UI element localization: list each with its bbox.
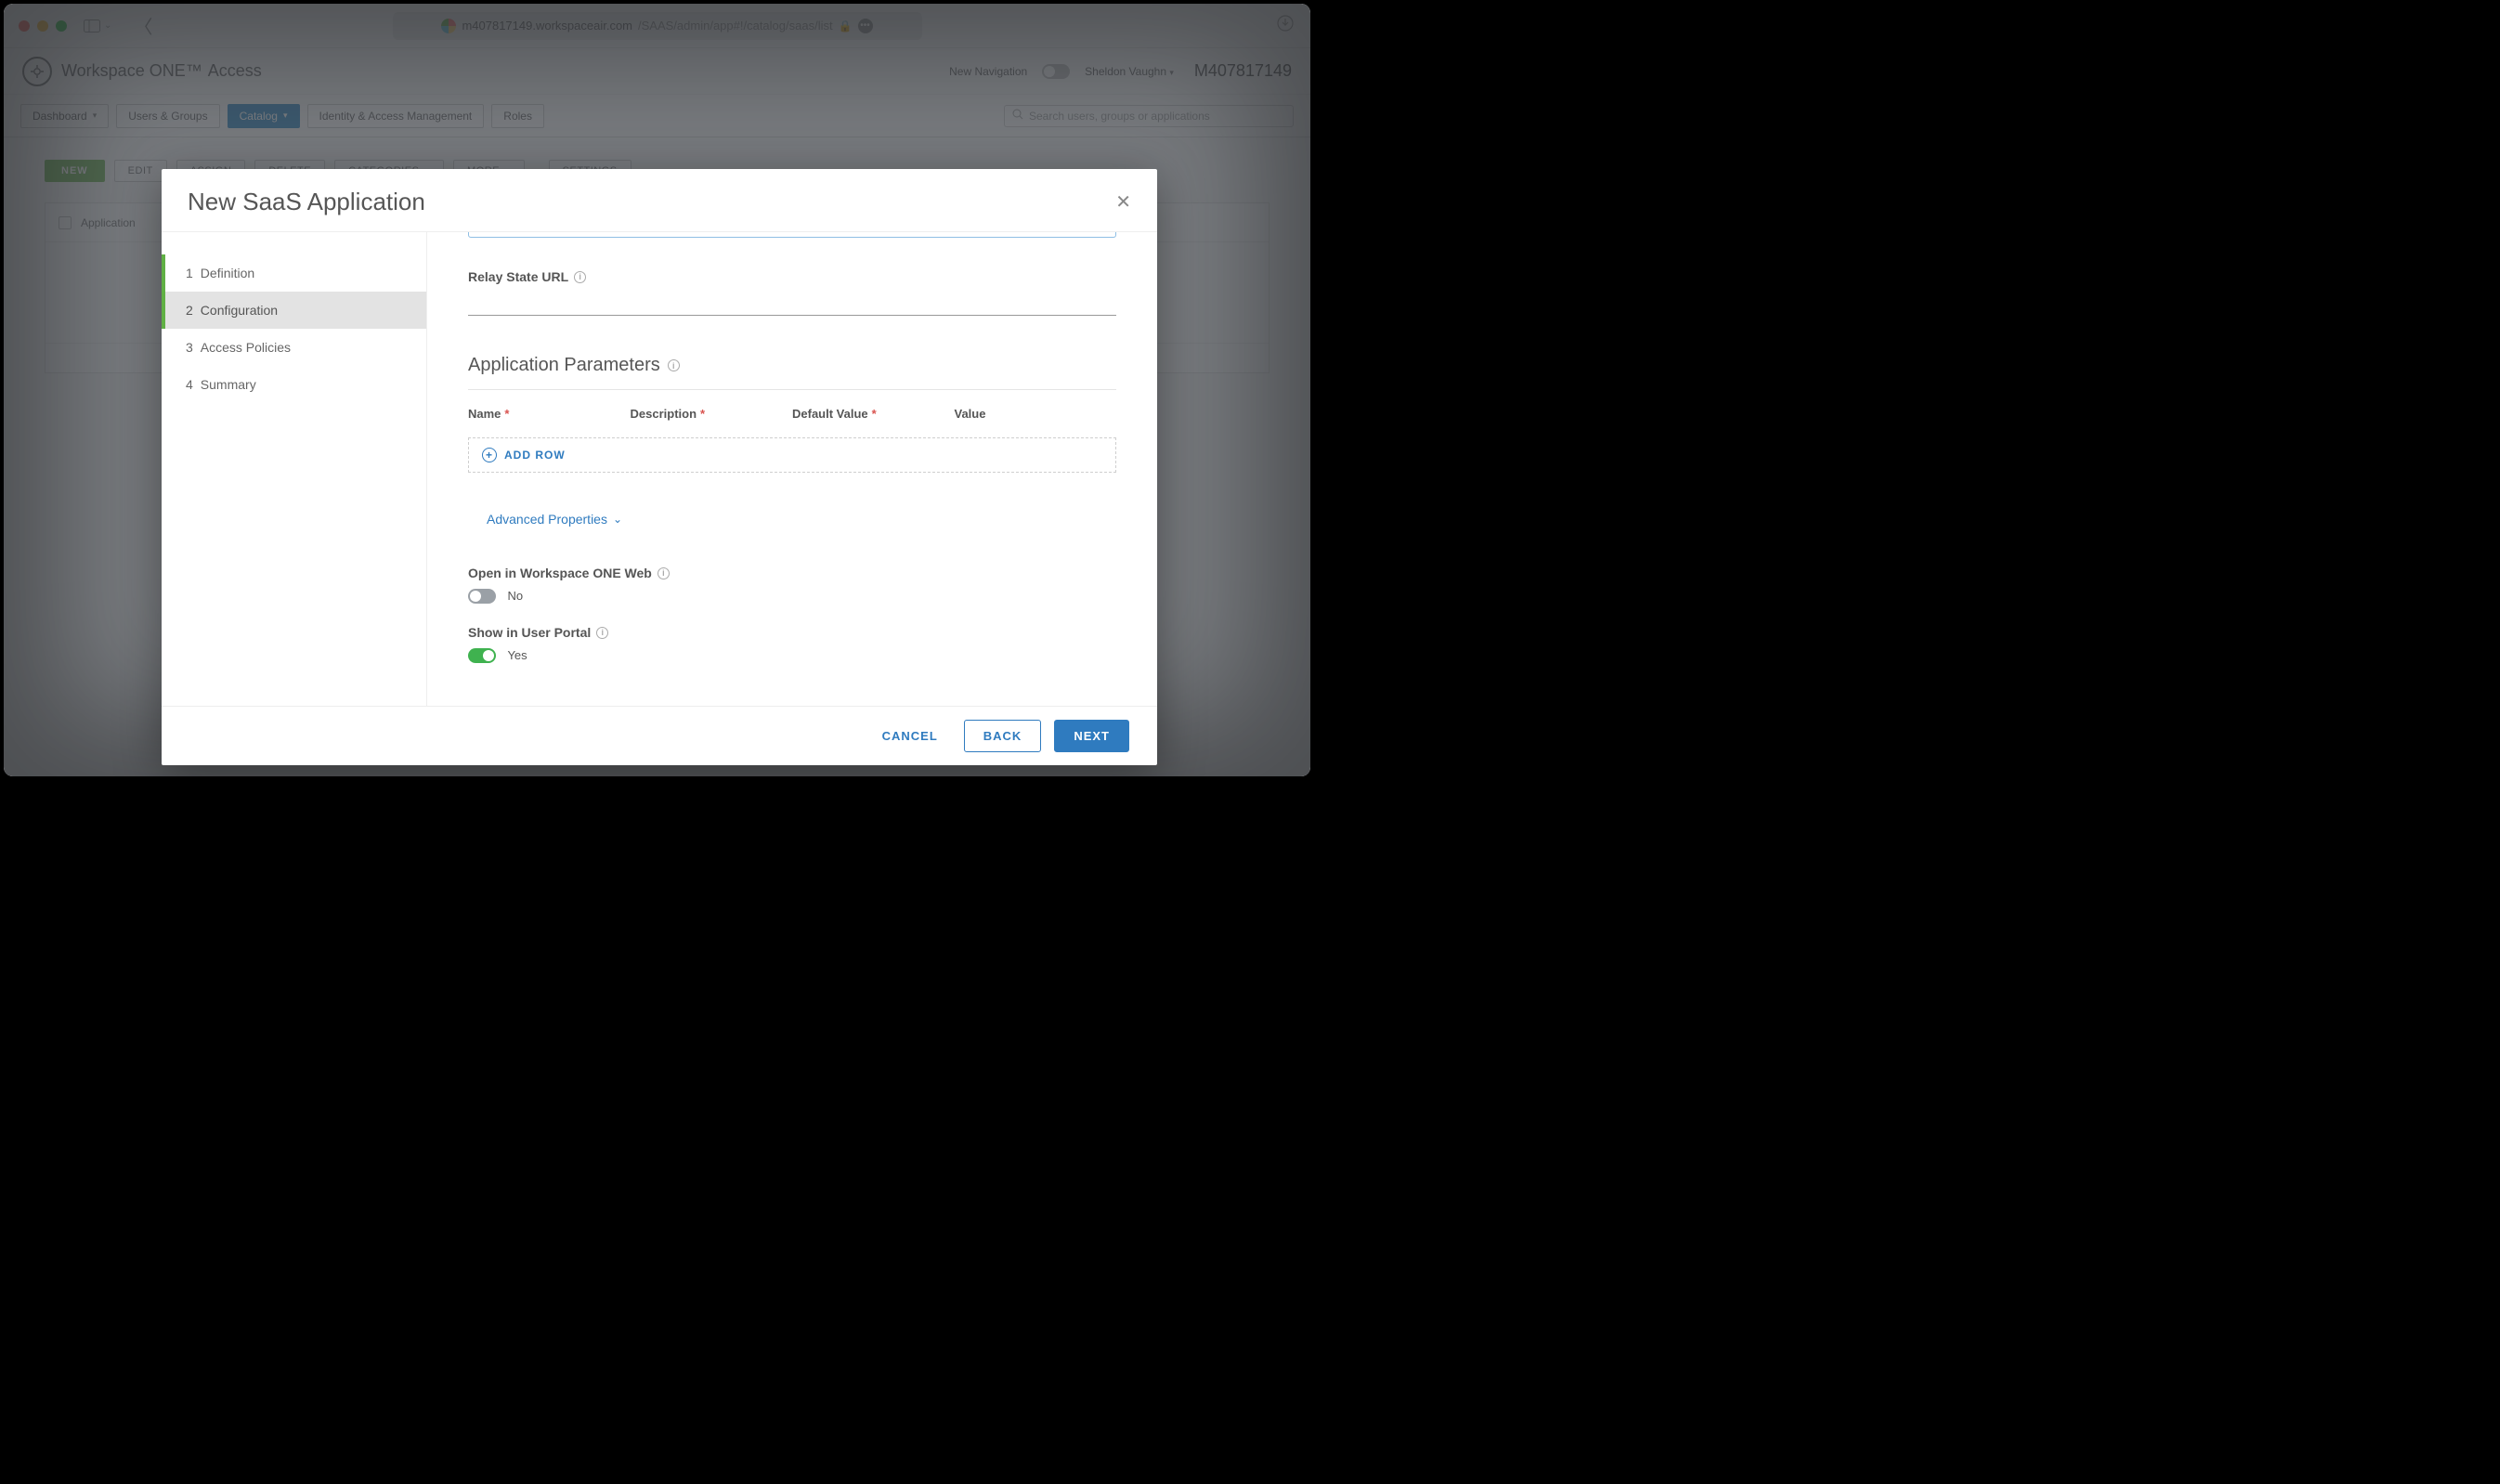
info-icon[interactable]: i: [658, 567, 670, 579]
new-saas-app-modal: New SaaS Application ✕ 1Definition 2Conf…: [162, 169, 1157, 765]
close-icon[interactable]: ✕: [1115, 190, 1131, 214]
open-ws1-label: Open in Workspace ONE Web i: [468, 566, 1116, 580]
app-params-heading: Application Parameters i: [468, 355, 1116, 376]
next-button[interactable]: NEXT: [1054, 720, 1129, 752]
show-portal-value: Yes: [507, 648, 527, 662]
advanced-properties-label: Advanced Properties: [487, 512, 607, 527]
open-ws1-value: No: [507, 589, 523, 603]
info-icon[interactable]: i: [574, 271, 586, 283]
wizard-content: Relay State URL i Application Parameters…: [427, 232, 1157, 706]
add-row-label: ADD ROW: [504, 449, 566, 462]
browser-window: ⌄ 〈 m407817149.workspaceair.com/SAAS/adm…: [4, 4, 1310, 776]
show-portal-toggle[interactable]: [468, 648, 496, 663]
col-value: Value: [955, 407, 1117, 421]
info-icon[interactable]: i: [668, 359, 680, 371]
step-access-policies[interactable]: 3Access Policies: [162, 329, 426, 366]
show-portal-label: Show in User Portal i: [468, 625, 1116, 640]
wizard-steps: 1Definition 2Configuration 3Access Polic…: [162, 232, 427, 706]
modal-title: New SaaS Application: [188, 188, 425, 216]
advanced-properties-toggle[interactable]: Advanced Properties ⌄: [468, 501, 641, 538]
step-summary[interactable]: 4Summary: [162, 366, 426, 403]
relay-state-input[interactable]: [468, 288, 1116, 316]
back-button[interactable]: BACK: [964, 720, 1042, 752]
modal-footer: CANCEL BACK NEXT: [162, 706, 1157, 765]
add-row-button[interactable]: + ADD ROW: [468, 437, 1116, 473]
col-name: Name*: [468, 407, 631, 421]
cancel-button[interactable]: CANCEL: [869, 720, 951, 752]
previous-field-edge: [468, 232, 1116, 238]
open-ws1-toggle[interactable]: [468, 589, 496, 604]
col-description: Description*: [631, 407, 793, 421]
relay-state-label: Relay State URL i: [468, 269, 1116, 284]
plus-circle-icon: +: [482, 448, 497, 462]
col-default-value: Default Value*: [792, 407, 955, 421]
info-icon[interactable]: i: [596, 627, 608, 639]
modal-header: New SaaS Application ✕: [162, 169, 1157, 232]
step-configuration[interactable]: 2Configuration: [162, 292, 426, 329]
chevron-down-icon: ⌄: [613, 513, 622, 526]
divider: [468, 389, 1116, 390]
param-columns: Name* Description* Default Value* Value: [468, 407, 1116, 421]
step-definition[interactable]: 1Definition: [162, 254, 426, 292]
